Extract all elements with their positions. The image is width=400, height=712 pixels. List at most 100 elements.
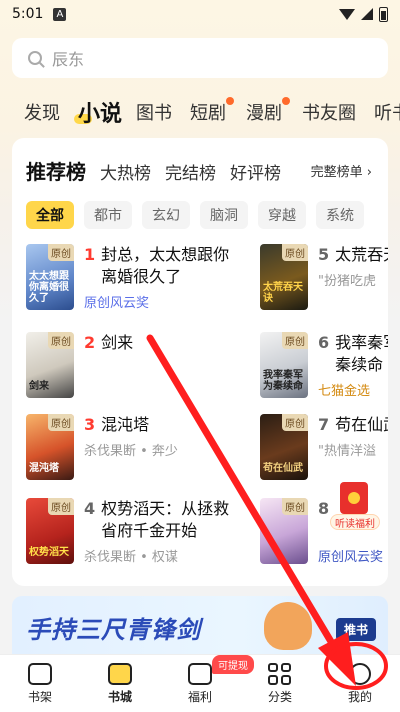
profile-icon	[349, 662, 371, 685]
cover-title: 太太想跟你离婚很久了	[29, 271, 69, 304]
book-info: 6 我率秦军为秦续命 七猫金选	[318, 332, 388, 399]
book-title: 我率秦军为秦续命	[335, 333, 388, 374]
book-tag: "热情洋溢	[318, 444, 376, 459]
promo-banner[interactable]: 手持三尺青锋剑 推书	[12, 596, 388, 654]
rank-number: 5	[318, 245, 330, 264]
book-tag: 杀伐果断 • 奔少	[84, 444, 178, 459]
tab-books[interactable]: 图书	[136, 99, 172, 125]
rank-number: 1	[84, 245, 96, 264]
book-tag: "扮猪吃虎	[318, 274, 376, 289]
book-info: 5 太荒吞天 "扮猪吃虎	[318, 244, 388, 310]
book-info: 3 混沌塔 杀伐果断 • 奔少	[84, 414, 234, 480]
book-item[interactable]: 原创 剑来 2 剑来	[26, 332, 234, 398]
tab-book-friends[interactable]: 书友圈	[302, 99, 356, 125]
filter-system[interactable]: 系统	[316, 201, 364, 229]
book-item[interactable]: 原创 苟在仙武 7 苟在仙武生 "热情洋溢	[260, 414, 388, 480]
grid-icon	[268, 662, 292, 685]
nav-label: 我的	[347, 689, 372, 704]
tab-short-drama-wrap[interactable]: 短剧	[190, 97, 234, 125]
search-placeholder: 辰东	[52, 50, 85, 69]
cover-title: 剑来	[29, 381, 49, 392]
battery-icon	[379, 6, 388, 22]
status-time: 5:01	[12, 6, 44, 22]
cat-mascot-icon	[264, 602, 312, 650]
rank-number: 4	[84, 499, 96, 518]
book-item[interactable]: 原创 我率秦军为秦续命 6 我率秦军为秦续命 七猫金选	[260, 332, 388, 399]
book-title: 封总，太太想跟你离婚很久了	[101, 245, 230, 286]
tab-hot[interactable]: 大热榜	[100, 159, 151, 184]
new-dot	[226, 97, 234, 105]
book-item[interactable]: 原创 权势滔天 4 权势滔天：从拯救省府千金开始 杀伐果断 • 权谋	[26, 498, 234, 565]
bookshelf-icon	[28, 662, 52, 685]
coin-icon	[348, 492, 360, 504]
cover-title: 权势滔天	[29, 547, 69, 558]
nav-bookshelf[interactable]: 书架	[0, 655, 80, 712]
book-title: 苟在仙武生	[335, 415, 388, 434]
book-cover: 原创	[260, 498, 308, 564]
original-badge: 原创	[48, 332, 74, 349]
tab-top-rated[interactable]: 好评榜	[230, 159, 281, 184]
gift-icon	[188, 662, 212, 685]
search-icon	[28, 51, 42, 65]
filter-fantasy[interactable]: 玄幻	[142, 201, 190, 229]
book-item[interactable]: 原创 混沌塔 3 混沌塔 杀伐果断 • 奔少	[26, 414, 234, 480]
rank-number: 2	[84, 333, 96, 352]
listen-reward-widget[interactable]: 听读福利	[330, 478, 380, 532]
rank-number: 6	[318, 333, 330, 352]
nav-label: 书架	[27, 689, 52, 704]
tab-completed[interactable]: 完结榜	[165, 159, 216, 184]
bottom-nav: 书架 书城 可提现 福利 分类 我的	[0, 654, 400, 712]
notification-icon: A	[53, 7, 67, 21]
nav-label: 分类	[267, 689, 292, 704]
cover-title: 太荒吞天诀	[263, 282, 303, 304]
banner-button[interactable]: 推书	[335, 618, 376, 641]
book-cover: 原创 剑来	[26, 332, 74, 398]
nav-categories[interactable]: 分类	[240, 655, 320, 712]
original-badge: 原创	[282, 332, 308, 349]
open-book-icon	[108, 662, 132, 685]
book-cover: 原创 权势滔天	[26, 498, 74, 564]
channel-tabs: 发现 小说 图书 短剧 漫剧 书友圈 听书	[0, 92, 400, 132]
listen-reward-label: 听读福利	[330, 514, 380, 530]
signal-icon	[361, 8, 373, 20]
book-cover: 原创 苟在仙武	[260, 414, 308, 480]
nav-me[interactable]: 我的	[320, 655, 400, 712]
filter-time-travel[interactable]: 穿越	[258, 201, 306, 229]
original-badge: 原创	[282, 498, 308, 515]
full-ranking-link[interactable]: 完整榜单 ›	[311, 161, 372, 180]
book-title: 混沌塔	[101, 415, 150, 434]
nav-welfare[interactable]: 可提现 福利	[160, 655, 254, 712]
status-bar: 5:01 A	[0, 0, 400, 28]
book-item[interactable]: 原创 太荒吞天诀 5 太荒吞天 "扮猪吃虎	[260, 244, 388, 310]
book-cover: 原创 太荒吞天诀	[260, 244, 308, 310]
tab-recommended[interactable]: 推荐榜	[26, 156, 86, 185]
tab-comic-drama-wrap[interactable]: 漫剧	[246, 97, 290, 125]
tab-comic-drama: 漫剧	[246, 103, 282, 124]
filter-all[interactable]: 全部	[26, 201, 74, 229]
book-info: 4 权势滔天：从拯救省府千金开始 杀伐果断 • 权谋	[84, 498, 234, 565]
tab-discover[interactable]: 发现	[24, 99, 60, 125]
book-item[interactable]: 原创 太太想跟你离婚很久了 1 封总，太太想跟你离婚很久了 原创风云奖	[26, 244, 234, 311]
original-badge: 原创	[48, 498, 74, 515]
nav-label: 福利	[187, 689, 212, 704]
filter-brain-hole[interactable]: 脑洞	[200, 201, 248, 229]
nav-bookstore[interactable]: 书城	[80, 655, 160, 712]
new-dot	[282, 97, 290, 105]
genre-filters: 全部 都市 玄幻 脑洞 穿越 系统	[26, 201, 364, 229]
tab-novel[interactable]: 小说	[73, 96, 122, 128]
book-info: 7 苟在仙武生 "热情洋溢	[318, 414, 388, 480]
wifi-icon	[339, 8, 355, 20]
original-badge: 原创	[282, 244, 308, 261]
nav-label: 书城	[107, 689, 132, 704]
rank-number: 7	[318, 415, 330, 434]
tab-audiobook[interactable]: 听书	[374, 99, 400, 125]
tab-short-drama: 短剧	[190, 103, 226, 124]
ranking-tabs: 推荐榜 大热榜 完结榜 好评榜	[26, 156, 295, 185]
book-tag: 原创风云奖	[84, 296, 150, 311]
cover-title: 苟在仙武	[263, 463, 303, 474]
original-badge: 原创	[48, 414, 74, 431]
cover-title: 混沌塔	[29, 463, 59, 474]
search-bar[interactable]: 辰东	[12, 38, 388, 78]
book-cover: 原创 混沌塔	[26, 414, 74, 480]
filter-urban[interactable]: 都市	[84, 201, 132, 229]
